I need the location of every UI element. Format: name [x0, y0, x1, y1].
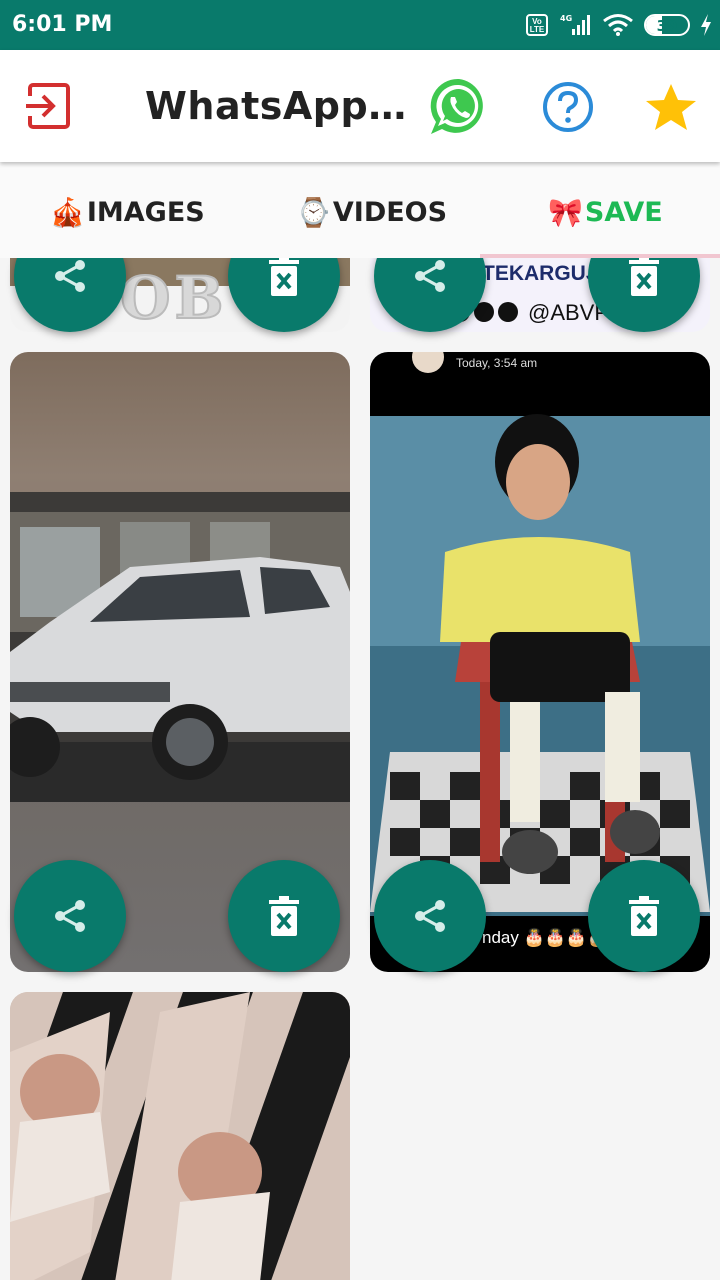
tab-bar: 🎪 IMAGES ⌚ VIDEOS 🎀 SAVE [0, 162, 720, 258]
tab-images-label: IMAGES [86, 196, 205, 228]
social-icon [498, 302, 518, 322]
battery-percent: 39 [656, 17, 678, 35]
help-icon[interactable] [542, 81, 594, 133]
status-icons: Vo LTE 4G 39 [526, 11, 712, 39]
wifi-icon [603, 14, 633, 36]
saved-media-grid: OB TEKARGUJA @ABVPG Today, 3:54 am nday … [0, 258, 720, 1280]
status-time: 6:01 PM [12, 12, 113, 37]
delete-button[interactable] [228, 860, 340, 972]
star-icon[interactable] [644, 82, 698, 132]
tab-save-label: SAVE [584, 196, 663, 228]
delete-icon [629, 896, 659, 936]
status-bar: 6:01 PM Vo LTE 4G 39 [0, 0, 720, 50]
delete-icon [629, 258, 659, 296]
tab-videos[interactable]: ⌚ VIDEOS [296, 194, 447, 230]
delete-button[interactable] [588, 860, 700, 972]
share-icon [415, 900, 445, 932]
charging-icon [701, 14, 711, 36]
exit-icon[interactable] [26, 82, 72, 130]
tab-images[interactable]: 🎪 IMAGES [50, 194, 205, 230]
delete-icon [269, 896, 299, 936]
volte-icon: Vo LTE [526, 14, 548, 36]
network-type-text: 4G [560, 14, 572, 23]
share-icon [55, 260, 85, 292]
media-card[interactable] [10, 992, 350, 1280]
app-title: WhatsApp… [145, 84, 407, 128]
whatsapp-logo-icon[interactable] [428, 76, 490, 138]
share-icon [415, 260, 445, 292]
share-button[interactable] [374, 860, 486, 972]
thumbnail-text: OB [119, 263, 228, 332]
battery-icon: 39 [644, 14, 690, 36]
share-button[interactable] [14, 860, 126, 972]
story-time: Today, 3:54 am [456, 356, 538, 370]
circus-tent-icon: 🎪 [50, 195, 85, 229]
delete-icon [269, 258, 299, 296]
tab-save[interactable]: 🎀 SAVE [548, 194, 663, 230]
watch-icon: ⌚ [296, 195, 331, 229]
baby-film-photo [10, 992, 350, 1280]
signal-icon: 4G [560, 14, 590, 35]
app-bar: WhatsApp… [0, 50, 720, 162]
tab-videos-label: VIDEOS [332, 196, 448, 228]
share-icon [55, 900, 85, 932]
ribbon-icon: 🎀 [548, 195, 583, 229]
